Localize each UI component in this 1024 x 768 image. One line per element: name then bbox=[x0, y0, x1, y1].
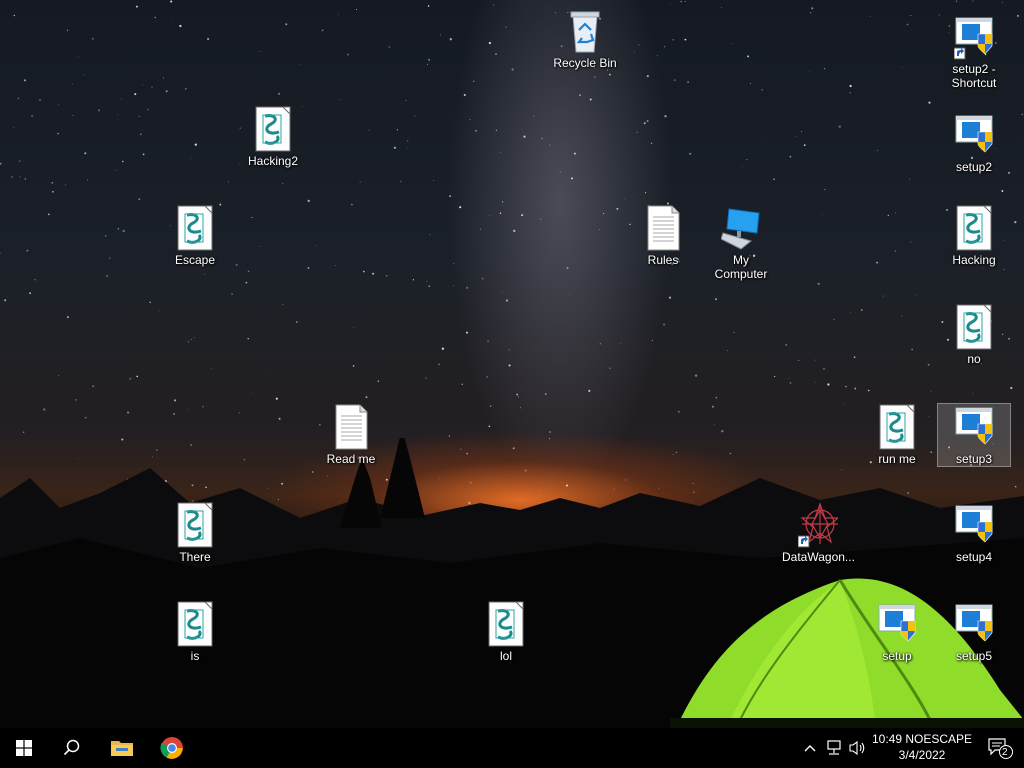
desktop-icon[interactable]: DataWagon... bbox=[782, 502, 855, 564]
desktop-icon[interactable]: Read me bbox=[315, 404, 387, 466]
script-file-icon bbox=[877, 404, 917, 450]
desktop-icon-label: Escape bbox=[174, 253, 216, 267]
script-file-icon bbox=[253, 106, 293, 152]
script-file-icon bbox=[175, 205, 215, 251]
desktop-icon[interactable]: setup5 bbox=[938, 601, 1010, 663]
desktop-icon[interactable]: Hacking2 bbox=[237, 106, 309, 168]
desktop-icon-label: My Computer bbox=[714, 253, 768, 281]
desktop-icon-label: lol bbox=[499, 649, 512, 663]
recycle-bin-icon bbox=[565, 8, 605, 54]
datawagon-app-icon bbox=[797, 502, 840, 548]
clock-date: 3/4/2022 bbox=[898, 748, 946, 762]
script-file-icon bbox=[954, 205, 994, 251]
clock[interactable]: 10:49 NOESCAPE 3/4/2022 bbox=[868, 731, 976, 763]
desktop-icon-label: Recycle Bin bbox=[553, 56, 617, 70]
setup-installer-icon bbox=[954, 112, 994, 158]
notification-count: 2 bbox=[1002, 747, 1008, 758]
desktop-icon[interactable]: run me bbox=[861, 404, 933, 466]
notification-icon bbox=[988, 738, 1013, 759]
start-button[interactable] bbox=[0, 728, 48, 768]
volume-icon bbox=[849, 740, 865, 756]
desktop-icon[interactable]: no bbox=[938, 304, 1010, 366]
script-file-icon bbox=[954, 304, 994, 350]
action-center-button[interactable]: 2 bbox=[980, 728, 1020, 768]
desktop-icon-label: setup2 bbox=[955, 160, 993, 174]
desktop-icon-label: setup5 bbox=[955, 649, 993, 663]
script-file-icon bbox=[175, 601, 215, 647]
script-file-icon bbox=[175, 502, 215, 548]
desktop-icon[interactable]: Hacking bbox=[938, 205, 1010, 267]
desktop-icon-label: Hacking bbox=[952, 253, 996, 267]
desktop-icon[interactable]: is bbox=[159, 601, 231, 663]
folder-icon bbox=[111, 741, 133, 756]
desktop-icon-label: is bbox=[190, 649, 200, 663]
search-button[interactable] bbox=[48, 728, 96, 768]
desktop-icon-label: There bbox=[179, 550, 211, 564]
desktop-icon[interactable]: setup3 bbox=[937, 403, 1011, 467]
desktop-icon[interactable]: There bbox=[159, 502, 231, 564]
network-button[interactable] bbox=[822, 728, 846, 768]
desktop-icon[interactable]: Escape bbox=[159, 205, 231, 267]
setup-shortcut-icon bbox=[953, 14, 994, 60]
desktop-icon-label: Hacking2 bbox=[247, 154, 299, 168]
desktop-icon-label: DataWagon... bbox=[782, 550, 855, 564]
setup-installer-icon bbox=[877, 601, 917, 647]
chevron-up-icon bbox=[804, 745, 816, 752]
desktop-icon[interactable]: My Computer bbox=[705, 205, 777, 281]
desktop-icon[interactable]: setup2 bbox=[938, 112, 1010, 174]
clock-time: 10:49 NOESCAPE bbox=[871, 732, 973, 746]
setup-installer-icon bbox=[954, 502, 994, 548]
text-file-icon bbox=[331, 404, 371, 450]
desktop-icon-label: Read me bbox=[326, 452, 376, 466]
script-file-icon bbox=[486, 601, 526, 647]
chrome-icon bbox=[160, 737, 183, 759]
network-icon bbox=[827, 740, 841, 755]
desktop-icon[interactable]: setup bbox=[861, 601, 933, 663]
desktop-icon-label: setup2 - Shortcut bbox=[951, 62, 997, 90]
desktop-icon-label: setup4 bbox=[955, 550, 993, 564]
desktop-icon[interactable]: setup2 - Shortcut bbox=[938, 14, 1010, 90]
taskbar: 10:49 NOESCAPE 3/4/2022 2 bbox=[0, 728, 1024, 768]
desktop-icon[interactable]: Rules bbox=[627, 205, 699, 267]
chrome-button[interactable] bbox=[148, 728, 196, 768]
computer-icon bbox=[720, 205, 761, 251]
desktop-icon[interactable]: Recycle Bin bbox=[549, 8, 621, 70]
setup-installer-icon bbox=[954, 404, 994, 450]
file-explorer-button[interactable] bbox=[98, 728, 146, 768]
desktop-icon-label: setup bbox=[882, 649, 912, 663]
desktop-icon-label: setup3 bbox=[955, 452, 993, 466]
windows-logo-icon bbox=[16, 740, 32, 756]
desktop-icon-label: Rules bbox=[647, 253, 679, 267]
show-hidden-icons-button[interactable] bbox=[800, 728, 820, 768]
desktop-icon[interactable]: setup4 bbox=[938, 502, 1010, 564]
text-file-icon bbox=[643, 205, 683, 251]
search-icon bbox=[63, 739, 80, 756]
desktop-icon-label: run me bbox=[878, 452, 916, 466]
desktop-icon-label: no bbox=[967, 352, 981, 366]
setup-installer-icon bbox=[954, 601, 994, 647]
desktop-icon[interactable]: lol bbox=[470, 601, 542, 663]
volume-button[interactable] bbox=[846, 728, 870, 768]
